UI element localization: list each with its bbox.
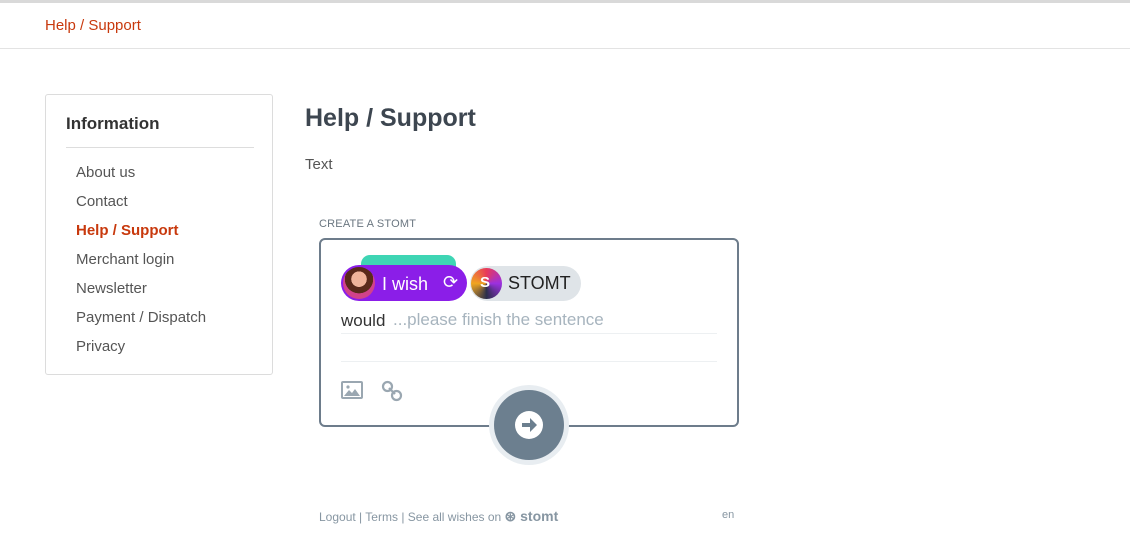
arrow-right-icon xyxy=(515,411,543,439)
sidebar: Information About us Contact Help / Supp… xyxy=(45,94,273,375)
sidebar-item-about-us[interactable]: About us xyxy=(76,163,206,192)
sidebar-menu: About us Contact Help / Support Merchant… xyxy=(76,163,206,366)
stomt-brand-text: stomt xyxy=(520,508,559,524)
see-all-link[interactable]: See all wishes on xyxy=(408,510,501,524)
page-title: Help / Support xyxy=(305,104,476,132)
sidebar-item-help-support[interactable]: Help / Support xyxy=(76,221,206,250)
sidebar-item-merchant-login[interactable]: Merchant login xyxy=(76,250,206,279)
logout-link[interactable]: Logout xyxy=(319,510,356,524)
swap-icon[interactable]: ⟳ xyxy=(443,273,461,291)
link-icon[interactable] xyxy=(381,380,403,402)
wish-toggle-button[interactable]: I wish ⟳ xyxy=(341,265,467,301)
breadcrumb[interactable]: Help / Support xyxy=(45,17,141,34)
sidebar-item-payment-dispatch[interactable]: Payment / Dispatch xyxy=(76,308,206,337)
input-underline xyxy=(341,333,717,334)
sidebar-item-newsletter[interactable]: Newsletter xyxy=(76,279,206,308)
footer-separator: | xyxy=(359,510,363,524)
terms-link[interactable]: Terms xyxy=(365,510,398,524)
widget-footer: Logout | Terms | See all wishes on ⊛ sto… xyxy=(319,508,558,525)
stomt-brand-logo[interactable]: ⊛ stomt xyxy=(505,508,559,524)
header-divider xyxy=(0,48,1130,49)
top-border xyxy=(0,0,1130,3)
sidebar-item-privacy[interactable]: Privacy xyxy=(76,337,206,366)
user-avatar xyxy=(343,267,375,299)
wish-label: I wish xyxy=(382,274,429,294)
target-selector[interactable]: S STOMT xyxy=(470,266,581,301)
stomt-logo-icon: S xyxy=(471,268,502,299)
actions-divider xyxy=(341,361,717,362)
footer-separator: | xyxy=(401,510,405,524)
would-prefix: would xyxy=(341,311,386,330)
image-icon[interactable] xyxy=(341,381,363,399)
sidebar-title: Information xyxy=(66,114,160,133)
sidebar-divider xyxy=(66,147,254,148)
stomt-text-input[interactable] xyxy=(393,310,713,330)
body-text: Text xyxy=(305,156,333,173)
language-selector[interactable]: en xyxy=(722,509,734,521)
submit-button[interactable] xyxy=(489,385,569,465)
widget-label: CREATE A STOMT xyxy=(319,218,417,230)
sidebar-item-contact[interactable]: Contact xyxy=(76,192,206,221)
submit-button-inner xyxy=(494,390,564,460)
target-name: STOMT xyxy=(508,273,571,293)
